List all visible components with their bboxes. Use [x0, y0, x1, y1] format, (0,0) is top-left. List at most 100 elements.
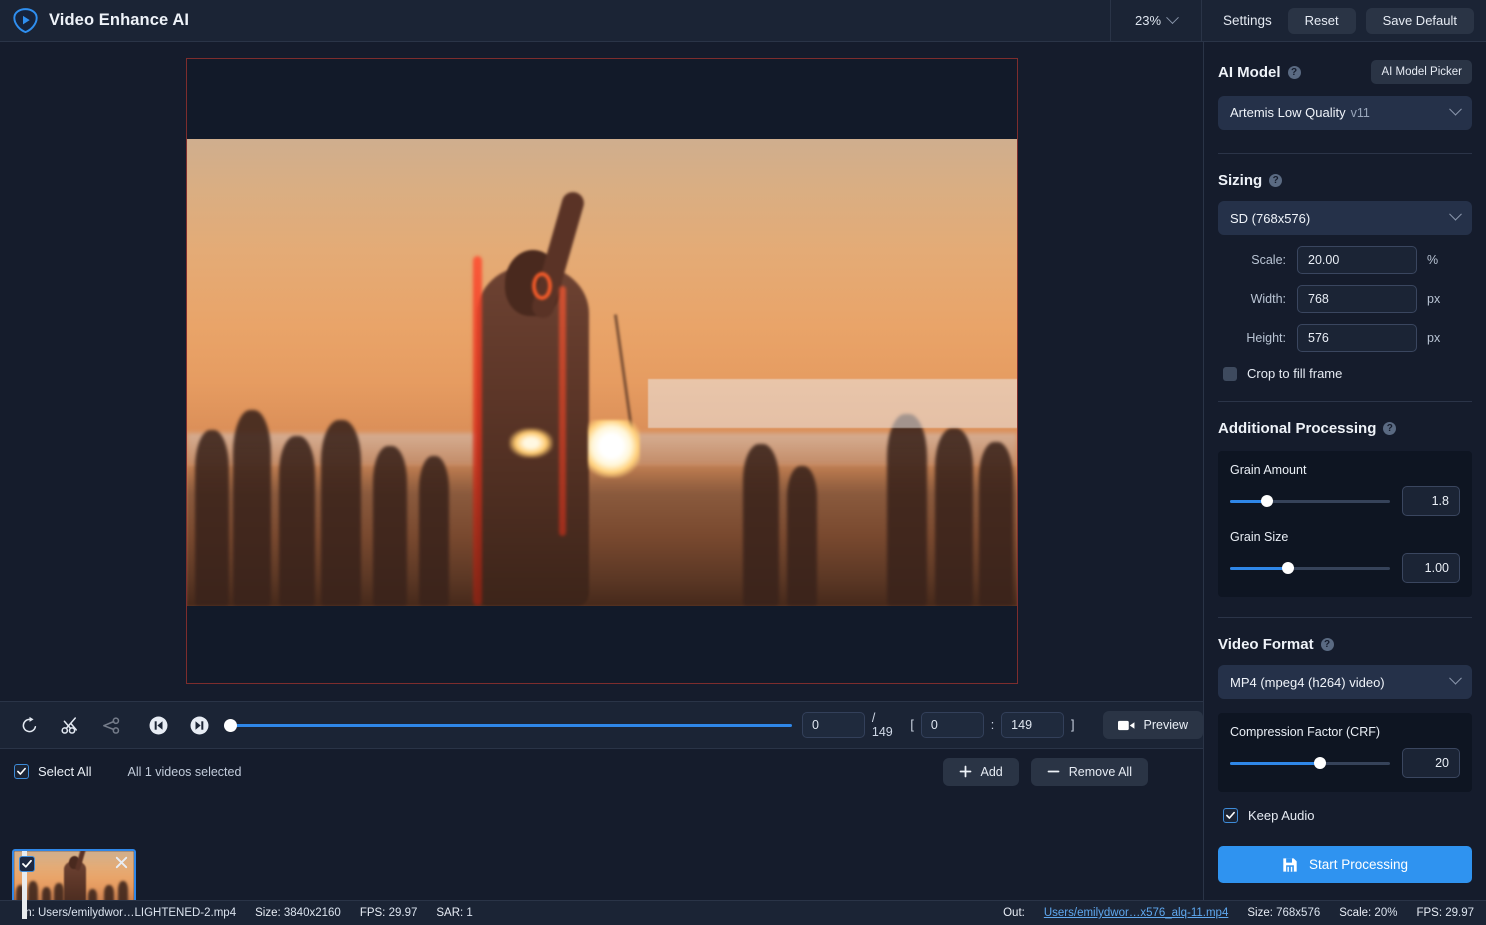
start-processing-label: Start Processing [1308, 857, 1409, 872]
sizing-header: Sizing ? [1218, 172, 1472, 189]
silhouette [787, 466, 817, 606]
help-icon[interactable]: ? [1383, 422, 1397, 435]
slider-track[interactable] [1230, 561, 1390, 574]
silhouette [935, 428, 973, 606]
fire-chain [613, 314, 634, 430]
additional-processing-header: Additional Processing ? [1218, 420, 1472, 437]
select-all-checkbox[interactable] [14, 764, 29, 779]
sizing-preset-value: SD (768x576) [1230, 210, 1311, 226]
thumbnail-checkbox[interactable] [19, 856, 35, 872]
grain-card: Grain Amount 1.8 Grain Size 1.00 [1218, 451, 1472, 597]
scissors-icon[interactable] [55, 710, 85, 740]
slider-thumb[interactable] [1313, 756, 1326, 769]
crf-value[interactable]: 20 [1402, 748, 1460, 778]
scrubber-thumb[interactable] [224, 718, 237, 732]
video-preview[interactable] [186, 58, 1018, 684]
crop-to-fill-row[interactable]: Crop to fill frame [1218, 366, 1472, 381]
input-size-label: Size: [255, 907, 281, 919]
scale-field-row: Scale: 20.00 % [1218, 246, 1472, 274]
total-frames-label: / 149 [871, 711, 893, 739]
grain-amount-slider[interactable] [1230, 494, 1390, 507]
width-input[interactable]: 768 [1297, 285, 1417, 313]
skip-start-icon[interactable] [143, 710, 173, 740]
silhouette [233, 410, 271, 606]
grain-size-label: Grain Size [1230, 530, 1289, 544]
grain-size-slider[interactable] [1230, 561, 1390, 574]
start-processing-button[interactable]: Start Processing [1218, 846, 1472, 883]
slider-fill [1230, 566, 1288, 570]
current-frame-input[interactable]: 0 [802, 712, 865, 738]
ai-model-version: v11 [1350, 106, 1370, 120]
scale-label: Scale: [1251, 253, 1286, 267]
timeline-bar: 0 / 149 [ 0 : 149 ] Preview [0, 701, 1203, 749]
remove-all-button-label: Remove All [1068, 764, 1132, 779]
height-input[interactable]: 576 [1297, 324, 1417, 352]
silhouette [195, 430, 229, 606]
select-all-label: Select All [38, 764, 92, 779]
range-separator: : [990, 718, 995, 732]
timeline-scrubber[interactable] [224, 718, 792, 732]
zoom-selector[interactable]: 23% [1110, 0, 1202, 42]
scale-input[interactable]: 20.00 [1297, 246, 1417, 274]
silhouette [321, 420, 361, 606]
input-path: Users/emilydwor…LIGHTENED-2.mp4 [38, 907, 237, 919]
add-button[interactable]: Add [942, 757, 1019, 786]
slider-thumb[interactable] [1260, 494, 1273, 507]
video-format-title-group: Video Format ? [1218, 636, 1334, 653]
range-out-input[interactable]: 149 [1001, 712, 1065, 738]
add-button-label: Add [980, 764, 1003, 779]
output-fps-value: 29.97 [1445, 907, 1474, 919]
ai-model-picker-button[interactable]: AI Model Picker [1371, 60, 1472, 84]
additional-processing-title: Additional Processing [1218, 420, 1377, 437]
brand: Video Enhance AI [0, 7, 1110, 34]
rotate-icon[interactable] [14, 710, 44, 740]
thumbnail-strip [0, 794, 1203, 921]
grain-size-value[interactable]: 1.00 [1402, 553, 1460, 583]
help-icon[interactable]: ? [1287, 65, 1301, 79]
crf-slider[interactable] [1230, 756, 1390, 769]
input-size-value: 3840x2160 [283, 907, 341, 919]
height-label: Height: [1246, 331, 1286, 345]
grain-amount-row: 1.8 [1230, 486, 1460, 516]
slider-track[interactable] [1230, 756, 1390, 769]
grain-amount-value[interactable]: 1.8 [1402, 486, 1460, 516]
chevron-down-icon [1166, 11, 1179, 25]
bracket-open: [ [910, 718, 914, 732]
silhouette [887, 414, 927, 606]
ai-model-selected: Artemis Low Quality [1230, 105, 1346, 120]
slider-track[interactable] [1230, 494, 1390, 507]
width-label: Width: [1250, 292, 1286, 306]
ai-model-dropdown[interactable]: Artemis Low Quality v11 [1218, 96, 1472, 130]
input-sar: SAR: 1 [436, 907, 472, 919]
video-format-section: Video Format ? MP4 (mpeg4 (h264) video) … [1204, 636, 1486, 823]
save-default-button[interactable]: Save Default [1365, 7, 1474, 34]
remove-all-button[interactable]: Remove All [1030, 757, 1148, 786]
skip-end-icon[interactable] [184, 710, 214, 740]
silhouette [279, 436, 315, 606]
video-format-header: Video Format ? [1218, 636, 1472, 653]
output-scale-value: 20% [1374, 907, 1398, 919]
scissors-split-icon[interactable] [96, 710, 126, 740]
keep-audio-checkbox[interactable] [1223, 808, 1238, 823]
video-format-dropdown[interactable]: MP4 (mpeg4 (h264) video) [1218, 665, 1472, 699]
video-format-title: Video Format [1218, 636, 1314, 653]
close-icon[interactable] [113, 854, 130, 871]
play-shield-logo-icon [13, 8, 38, 34]
minus-icon [1047, 770, 1060, 773]
divider [1218, 153, 1472, 154]
divider [1218, 617, 1472, 618]
output-fps: FPS: 29.97 [1416, 907, 1474, 919]
help-icon[interactable]: ? [1269, 174, 1283, 187]
preview-button[interactable]: Preview [1102, 711, 1203, 739]
help-icon[interactable]: ? [1320, 638, 1334, 651]
range-in-input[interactable]: 0 [920, 712, 984, 738]
grain-size-row: 1.00 [1230, 553, 1460, 583]
keep-audio-row[interactable]: Keep Audio [1218, 808, 1472, 823]
sizing-preset-dropdown[interactable]: SD (768x576) [1218, 201, 1472, 235]
slider-thumb[interactable] [1281, 561, 1294, 574]
reset-button[interactable]: Reset [1287, 7, 1356, 34]
ai-model-title: AI Model [1218, 63, 1281, 81]
output-scale: Scale: 20% [1339, 907, 1397, 919]
crop-to-fill-checkbox[interactable] [1223, 366, 1237, 381]
output-path-link[interactable]: Users/emilydwor…x576_alq-11.mp4 [1044, 907, 1229, 919]
